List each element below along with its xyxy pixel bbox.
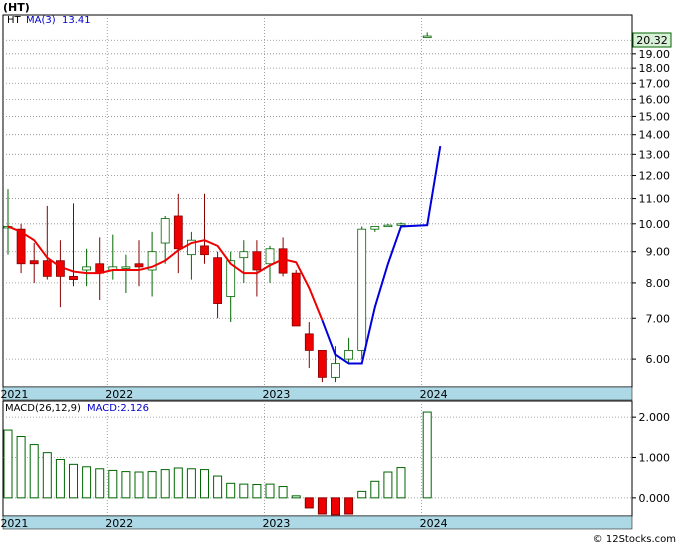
price-y-tick-label: 16.00 [639, 93, 671, 106]
macd-bar [344, 497, 354, 515]
candle-body [357, 228, 367, 351]
macd-bar [291, 495, 301, 499]
candle-body [291, 272, 301, 327]
macd-bar [396, 467, 406, 499]
candle-body [121, 266, 131, 269]
price-y-tick-label: 17.00 [639, 77, 671, 90]
macd-bar [213, 475, 223, 499]
macd-panel: 0.000 1.000 2.000 MACD(26,12,9) MACD:2.126 [2, 400, 671, 517]
macd-legend-params: MACD(26,12,9) [5, 403, 81, 414]
candle-body [82, 266, 91, 271]
candle-body [173, 215, 183, 250]
macd-bar [160, 469, 170, 499]
candle-body [42, 260, 52, 277]
price-plot-frame [2, 14, 633, 388]
price-y-tick-label: 12.00 [639, 170, 671, 183]
candle-body [29, 260, 39, 265]
stock-chart: (HT) 6.00 7.00 8.00 9.00 10.00 11.00 12.00 13.0… [0, 0, 680, 546]
macd-bar [95, 468, 105, 499]
candle-body [69, 275, 78, 281]
candle-body [265, 248, 275, 265]
macd-bar [134, 471, 144, 499]
macd-bar [370, 480, 380, 499]
candle-body [200, 245, 209, 256]
candle-body [396, 223, 406, 226]
candle-body [422, 35, 432, 38]
candle-body [213, 257, 223, 304]
last-price-label: 20.32 [636, 34, 668, 47]
watermark: © 12Stocks.com [593, 534, 676, 545]
macd-bar [82, 466, 92, 499]
price-y-tick-label: 10.00 [639, 218, 671, 231]
candle-body [383, 224, 393, 228]
macd-bar [252, 484, 262, 499]
macd-x-tick-label: 2021 [0, 517, 28, 530]
candle-body [331, 363, 340, 378]
candle-body [160, 218, 170, 244]
price-y-tick-label: 19.00 [639, 48, 671, 61]
macd-bar [3, 429, 13, 499]
macd-bar [304, 497, 314, 509]
macd-bar [278, 486, 288, 499]
macd-x-tick-label: 2023 [262, 517, 290, 530]
price-panel: 6.00 7.00 8.00 9.00 10.00 11.00 12.00 13.00 14.0… [2, 14, 672, 388]
macd-bar [55, 459, 65, 499]
candle-body [134, 263, 144, 268]
candle-body [344, 350, 354, 360]
macd-bar [121, 471, 131, 499]
macd-bar [42, 452, 52, 499]
candle-body [370, 226, 380, 230]
macd-bar [239, 483, 249, 499]
price-y-tick-label: 6.00 [646, 353, 671, 366]
price-x-tick-label: 2022 [105, 388, 133, 401]
macd-y-tick-label: 1.000 [639, 451, 671, 464]
macd-bar [331, 497, 340, 516]
macd-bar [317, 497, 327, 515]
macd-bar [422, 411, 432, 499]
candle-body [317, 350, 327, 378]
price-y-tick-label: 14.00 [639, 129, 671, 142]
price-x-tick-label: 2023 [262, 388, 290, 401]
price-legend-symbol: HT [7, 15, 22, 26]
macd-plot-frame [2, 400, 633, 517]
macd-x-axis-band [2, 515, 633, 530]
macd-bar [186, 468, 196, 499]
macd-bar [200, 469, 209, 499]
macd-bar [173, 467, 183, 499]
price-y-tick-label: 15.00 [639, 110, 671, 123]
macd-bar [383, 471, 393, 499]
macd-bar [357, 490, 367, 499]
price-y-tick-label: 18.00 [639, 62, 671, 75]
macd-legend-value: MACD:2.126 [87, 403, 149, 414]
macd-bar [29, 444, 39, 499]
macd-y-tick-label: 0.000 [639, 492, 671, 505]
price-legend-ma-value: 13.41 [62, 15, 91, 26]
macd-bar [147, 471, 157, 499]
macd-x-tick-label: 2022 [105, 517, 133, 530]
price-y-tick-label: 7.00 [646, 312, 671, 325]
macd-bar [108, 469, 118, 499]
price-y-tick-label: 8.00 [646, 277, 671, 290]
price-legend-ma-label: MA(3) [26, 15, 56, 26]
macd-bar [265, 483, 275, 499]
macd-x-tick-label: 2024 [420, 517, 448, 530]
macd-y-tick-label: 2.000 [639, 411, 671, 424]
ticker-title: (HT) [3, 1, 30, 14]
price-x-axis-band [2, 386, 633, 401]
candle-body [239, 251, 249, 259]
price-y-tick-label: 11.00 [639, 193, 671, 206]
price-y-tick-label: 9.00 [646, 246, 671, 259]
price-y-tick-label: 13.00 [639, 148, 671, 161]
macd-bar [226, 482, 236, 499]
price-x-tick-label: 2021 [0, 388, 28, 401]
macd-bar [16, 436, 26, 499]
candle-body [304, 333, 314, 351]
macd-bar [69, 463, 78, 499]
price-x-tick-label: 2024 [420, 388, 448, 401]
candle-body [252, 251, 262, 271]
